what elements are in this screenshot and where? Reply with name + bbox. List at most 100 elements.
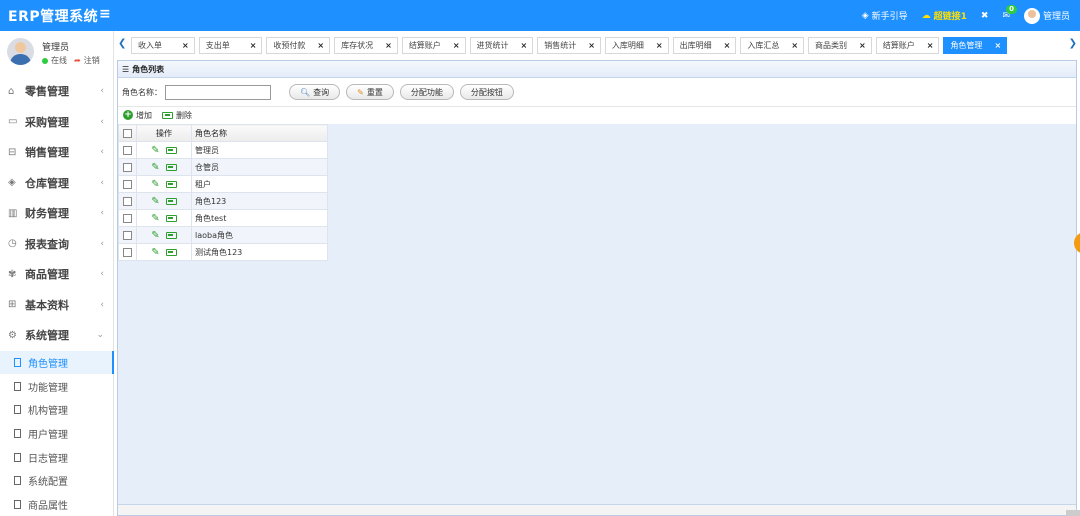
sidebar-item-goods[interactable]: ✾ 商品管理 ‹ xyxy=(0,259,114,290)
tab-stock-status[interactable]: 库存状况 × xyxy=(334,37,398,54)
row-checkbox[interactable] xyxy=(123,213,132,223)
row-checkbox[interactable] xyxy=(123,196,132,206)
close-icon[interactable]: × xyxy=(250,41,257,50)
sidebar-item-basic-data[interactable]: ⊞ 基本资料 ‹ xyxy=(0,290,114,321)
tab-expense[interactable]: 支出单 × xyxy=(198,37,263,54)
sidebar-item-sales[interactable]: ⊟ 销售管理 ‹ xyxy=(0,137,114,168)
sidebar-item-system-config[interactable]: 系统配置 xyxy=(0,469,114,493)
table-row[interactable]: ✎ 租户 xyxy=(118,175,328,193)
close-icon[interactable]: × xyxy=(791,41,798,50)
close-icon[interactable]: × xyxy=(385,41,392,50)
role-table: 操作 角色名称 ✎ 管理员 ✎ 仓管员 ✎ 租户 ✎ 角色123 ✎ 角色tes… xyxy=(118,124,328,261)
close-icon[interactable]: × xyxy=(656,41,663,50)
tab-goods-category[interactable]: 商品类别 × xyxy=(808,37,872,54)
sidebar-item-system[interactable]: ⚙ 系统管理 ⌄ xyxy=(0,320,114,351)
close-icon[interactable]: × xyxy=(521,41,528,50)
super-link[interactable]: ☁ 超链接1 xyxy=(922,9,967,23)
sidebar-item-reports[interactable]: ◷ 报表查询 ‹ xyxy=(0,229,114,260)
row-checkbox[interactable] xyxy=(123,145,132,155)
add-button[interactable]: 增加 xyxy=(136,110,152,121)
tab-settlement-account[interactable]: 结算账户 × xyxy=(401,37,466,54)
delete-row-icon[interactable] xyxy=(165,146,177,154)
logout-icon[interactable]: ➦ xyxy=(74,56,81,65)
tab-income[interactable]: 收入单 × xyxy=(131,37,195,54)
close-icon[interactable]: × xyxy=(182,41,189,50)
close-icon[interactable]: × xyxy=(927,41,934,50)
assign-function-button[interactable]: 分配功能 xyxy=(399,84,454,100)
guide-link[interactable]: ◈ 新手引导 xyxy=(862,9,908,23)
tab-sales-stats[interactable]: 销售统计 × xyxy=(537,37,601,54)
tab-label: 出库明细 xyxy=(679,41,712,50)
menu-toggle-icon[interactable]: ≡ xyxy=(99,6,111,22)
square-icon xyxy=(14,499,21,509)
role-name-cell: 仓管员 xyxy=(191,158,328,176)
role-name-cell: 角色123 xyxy=(191,192,328,210)
edit-icon[interactable]: ✎ xyxy=(151,162,159,173)
logout-link[interactable]: 注销 xyxy=(84,55,100,66)
table-row[interactable]: ✎ 管理员 xyxy=(118,141,328,159)
delete-icon[interactable] xyxy=(162,111,173,119)
row-checkbox[interactable] xyxy=(123,179,132,189)
edit-icon[interactable]: ✎ xyxy=(151,196,159,207)
delete-row-icon[interactable] xyxy=(165,231,177,239)
sidebar-item-warehouse[interactable]: ◈ 仓库管理 ‹ xyxy=(0,168,114,199)
edit-icon[interactable]: ✎ xyxy=(151,247,159,258)
sidebar-item-user-management[interactable]: 用户管理 xyxy=(0,422,114,446)
edit-icon[interactable]: ✎ xyxy=(151,145,159,156)
top-navbar: ERP管理系统 ≡ ◈ 新手引导 ☁ 超链接1 ✖ ✉ 0 管理员 xyxy=(0,0,1080,31)
row-checkbox[interactable] xyxy=(123,247,132,257)
edit-icon[interactable]: ✎ xyxy=(151,179,159,190)
table-row[interactable]: ✎ laoba角色 xyxy=(118,226,328,244)
table-row[interactable]: ✎ 仓管员 xyxy=(118,158,328,176)
sidebar-item-function-management[interactable]: 功能管理 xyxy=(0,374,114,398)
sidebar-item-finance[interactable]: ▥ 财务管理 ‹ xyxy=(0,198,114,229)
query-button[interactable]: 🔍︎ 查询 xyxy=(289,84,341,100)
tab-inbound-detail[interactable]: 入库明细 × xyxy=(604,37,669,54)
sidebar-item-label: 日志管理 xyxy=(28,453,68,465)
delete-row-icon[interactable] xyxy=(165,214,177,222)
sidebar-item-label: 用户管理 xyxy=(28,429,68,441)
fullscreen-icon[interactable]: ✖ xyxy=(981,11,989,21)
delete-row-icon[interactable] xyxy=(165,163,177,171)
row-actions: ✎ xyxy=(136,243,192,261)
edit-icon[interactable]: ✎ xyxy=(151,230,159,241)
close-icon[interactable]: × xyxy=(453,41,460,50)
reset-button[interactable]: ✎ 重置 xyxy=(346,84,394,100)
tab-role-management[interactable]: 角色管理 × xyxy=(943,37,1008,54)
add-icon[interactable]: + xyxy=(123,110,133,120)
row-checkbox[interactable] xyxy=(123,230,132,240)
close-icon[interactable]: × xyxy=(588,41,595,50)
close-icon[interactable]: × xyxy=(859,41,866,50)
delete-row-icon[interactable] xyxy=(165,180,177,188)
mail-button[interactable]: ✉ 0 xyxy=(1002,4,1017,21)
tab-outbound-detail[interactable]: 出库明细 × xyxy=(672,37,737,54)
table-row[interactable]: ✎ 角色test xyxy=(118,209,328,227)
sidebar-item-log-management[interactable]: 日志管理 xyxy=(0,445,114,469)
edit-icon[interactable]: ✎ xyxy=(151,213,159,224)
close-icon[interactable]: × xyxy=(317,41,324,50)
admin-menu[interactable]: 管理员 xyxy=(1023,7,1070,24)
sidebar-item-purchase[interactable]: ▭ 采购管理 ‹ xyxy=(0,107,114,138)
tab-receipts[interactable]: 收预付款 × xyxy=(266,37,331,54)
delete-row-icon[interactable] xyxy=(165,197,177,205)
tab-purchase-stats[interactable]: 进货统计 × xyxy=(469,37,534,54)
sidebar-item-org-management[interactable]: 机构管理 xyxy=(0,398,114,422)
assign-button-button[interactable]: 分配按钮 xyxy=(459,84,514,100)
sidebar-item-retail[interactable]: ⌂ 零售管理 ‹ xyxy=(0,76,114,107)
tab-scroll-left-icon[interactable]: ❮ xyxy=(118,38,126,49)
close-icon[interactable]: × xyxy=(724,41,731,50)
row-checkbox[interactable] xyxy=(123,162,132,172)
sidebar-item-role-management[interactable]: 角色管理 xyxy=(0,350,114,375)
select-all-checkbox[interactable] xyxy=(123,128,132,138)
close-icon[interactable]: × xyxy=(994,41,1001,50)
table-row[interactable]: ✎ 测试角色123 xyxy=(118,243,328,261)
scrollbar[interactable] xyxy=(1066,510,1080,516)
tab-settlement-account-2[interactable]: 结算账户 × xyxy=(875,37,940,54)
tab-scroll-right-icon[interactable]: ❯ xyxy=(1069,38,1077,49)
table-row[interactable]: ✎ 角色123 xyxy=(118,192,328,210)
sidebar-item-goods-attributes[interactable]: 商品属性 xyxy=(0,493,114,516)
delete-row-icon[interactable] xyxy=(165,248,177,256)
delete-button[interactable]: 删除 xyxy=(176,110,192,121)
tab-inbound-summary[interactable]: 入库汇总 × xyxy=(740,37,805,54)
role-name-input[interactable] xyxy=(165,84,271,100)
